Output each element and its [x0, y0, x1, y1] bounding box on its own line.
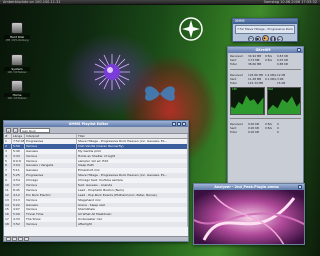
remove-file-icon[interactable]	[12, 237, 17, 241]
playlist-cell: 3:52	[12, 222, 25, 228]
home-folder-icon	[11, 80, 23, 92]
host-label: Amberbluckdo on 100.100.11.31	[3, 0, 61, 4]
playlist-window[interactable]: XMMS Playlist Editor + − Jazz Rock # Län…	[3, 120, 189, 242]
desktop-icon-system[interactable]: System 100 / 60 Nutzen	[4, 54, 30, 74]
graphs-row: CPU Net	[228, 86, 303, 116]
network-stats-3: Received 0.00 KB 0 B/s 0 Sent 0.00 KB 0 B/s 0 …	[230, 122, 279, 134]
add-icon[interactable]: +	[6, 127, 11, 133]
net-graph: Net	[266, 87, 301, 115]
visualizer-window[interactable]: Analyzer - 2nd_Peak.Plugin.xmms	[193, 183, 305, 245]
playlist-cell: Various	[25, 222, 77, 228]
top-panel: Amberbluckdo on 100.100.11.31 Samstag 10…	[0, 0, 320, 5]
close-icon[interactable]	[297, 48, 301, 52]
playlist-row[interactable]: 18 3:52 Various Afterlight	[4, 222, 188, 228]
minimize-icon[interactable]	[172, 122, 176, 126]
network-stats-2: Received 103.86 MB 1.4 KB/s 12 KB Sent 11.48…	[230, 73, 286, 85]
previous-icon[interactable]: ⏮	[247, 35, 254, 41]
close-icon[interactable]	[182, 122, 186, 126]
playlist-toolbar: + − Jazz Rock	[4, 127, 188, 134]
player-controls: ⏮ ■ ▶ ❚❚ ⏭	[233, 35, 297, 41]
misc-icon[interactable]	[24, 237, 29, 241]
play-icon[interactable]: ▶	[261, 35, 269, 41]
butterfly-wallpaper-art	[145, 86, 175, 101]
stop-icon[interactable]: ■	[254, 35, 261, 41]
cpu-graph: CPU	[230, 87, 265, 115]
player-time: 7:52	[237, 27, 244, 31]
maximize-icon[interactable]	[177, 122, 181, 126]
playlist-body: 1 7:52:48 Progressive Steve Hillage - Progr…	[4, 139, 188, 237]
player-title[interactable]: XMMS	[233, 19, 297, 24]
select-icon[interactable]	[18, 237, 23, 241]
desktop-icon-home[interactable]: Home 100 / 60 Nutzen	[4, 80, 30, 100]
remove-icon[interactable]: −	[13, 127, 18, 133]
player-display: 7:52 Steve Hillage - Progressive Rock	[235, 25, 295, 34]
urchin-wallpaper-art	[94, 54, 130, 90]
network-stats-1: Received 34.94 MB 0 B/s 0.83 KB Sent 3.72 MB…	[230, 54, 288, 66]
add-file-icon[interactable]	[6, 237, 11, 241]
visualizer-canvas	[194, 190, 304, 244]
player-track: Steve Hillage - Progressive Rock	[244, 27, 293, 31]
hard-disk-icon	[11, 22, 23, 34]
computer-icon	[11, 54, 23, 66]
clock[interactable]: Samstag 10.06.2006 17:53:32	[264, 0, 317, 4]
playlist-cell: 18	[4, 222, 12, 228]
playlist-statusbar	[4, 236, 188, 241]
distro-logo	[179, 17, 203, 41]
system-monitor-window[interactable]: GKrellM Received 34.94 MB 0 B/s 0.83 KB Sen…	[227, 46, 304, 194]
xmms-player-window[interactable]: XMMS 7:52 Steve Hillage - Progressive Ro…	[232, 18, 298, 42]
next-icon[interactable]: ⏭	[276, 35, 283, 41]
playlist-cell: Afterlight	[77, 222, 188, 228]
desktop-icon-hard-disk[interactable]: Hard Disk 1TB / 60% Nutzung	[4, 22, 30, 42]
close-icon[interactable]	[298, 185, 302, 189]
pause-icon[interactable]: ❚❚	[269, 35, 276, 41]
search-input[interactable]: Jazz Rock	[20, 127, 50, 133]
